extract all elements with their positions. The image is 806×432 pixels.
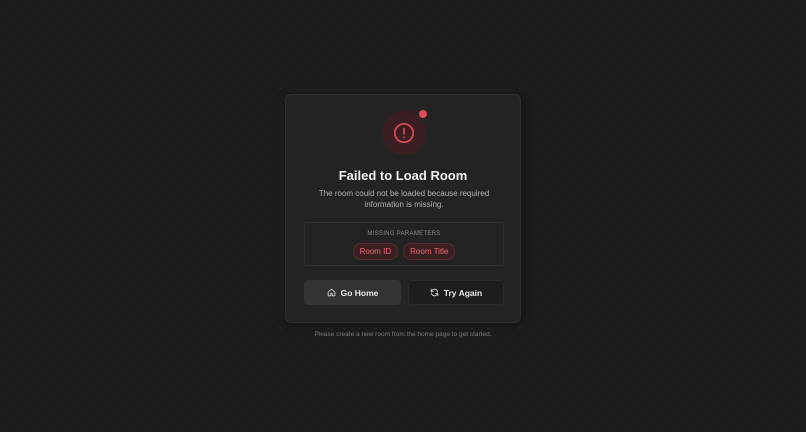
refresh-icon	[430, 288, 439, 297]
missing-param-room-title: Room Title	[403, 243, 456, 260]
try-again-button[interactable]: Try Again	[408, 280, 504, 305]
error-card: Failed to Load Room The room could not b…	[285, 94, 521, 323]
try-again-label: Try Again	[443, 287, 483, 298]
go-home-label: Go Home	[340, 287, 379, 298]
missing-parameters-label: MISSING PARAMETERS	[367, 231, 441, 237]
missing-parameters-panel: MISSING PARAMETERS Room ID Room Title	[304, 222, 504, 266]
go-home-button[interactable]: Go Home	[304, 280, 401, 305]
page-title: Failed to Load Room	[338, 168, 468, 183]
footer-hint: Please create a new room from the home p…	[314, 331, 492, 338]
missing-param-room-id: Room ID	[352, 243, 399, 260]
error-icon-container	[382, 111, 426, 155]
alert-circle-icon	[394, 123, 414, 143]
error-status-dot	[419, 110, 427, 118]
home-icon	[327, 288, 335, 297]
missing-parameters-list: Room ID Room Title	[305, 243, 503, 260]
error-description: The room could not be loaded because req…	[318, 189, 490, 209]
